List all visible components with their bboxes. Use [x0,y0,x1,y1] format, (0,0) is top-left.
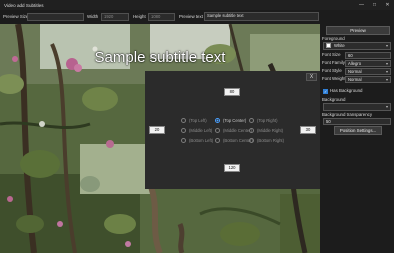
radio-middle-left[interactable]: (Middle Left) [181,126,212,134]
background-transparency-input[interactable]: 50 [323,118,391,125]
preview-size-label: Preview Size [3,14,29,19]
font-size-label: Font Size [322,52,341,57]
radio-circle [181,127,186,133]
minimize-icon[interactable]: — [355,0,368,10]
radio-top-left[interactable]: (Top Left) [181,116,207,124]
chevron-down-icon: ▾ [385,104,388,109]
preview-text-label: Preview text [179,14,203,19]
chevron-down-icon: ▾ [385,69,388,74]
radio-middle-center[interactable]: (Middle Center) [215,126,252,134]
radio-label: (Bottom Left) [189,137,214,143]
width-input[interactable]: 1920 [101,13,129,21]
window-controls: — □ ✕ [355,0,394,10]
radio-bottom-right[interactable]: (Bottom Right) [249,136,284,144]
font-family-value: Allegro [348,61,362,66]
chevron-down-icon: ▾ [385,77,388,82]
toolbar: Preview Size Width 1920 Height 1080 Prev… [0,10,394,24]
preview-text-input[interactable]: Sample subtitle text [204,12,319,21]
radio-middle-right[interactable]: (Middle Right) [249,126,283,134]
font-family-select[interactable]: Allegro ▾ [345,60,391,67]
chevron-down-icon: ▾ [385,61,388,66]
width-label: Width [87,14,99,19]
background-color-select[interactable]: ▾ [323,103,391,111]
foreground-color-name: White [334,43,345,48]
subtitle-preview-text: Sample subtitle text [94,49,226,66]
radio-label: (Middle Right) [257,127,284,133]
has-background-label: Has Background [330,88,363,93]
radio-label: (Middle Center) [223,127,252,133]
preview-button[interactable]: Preview [326,26,390,35]
radio-circle [249,117,254,123]
font-weight-label: Font Weight [322,76,346,81]
radio-label: (Top Center) [223,117,247,123]
font-weight-value: Normal [348,77,362,82]
radio-label: (Bottom Right) [257,137,284,143]
right-margin-input[interactable]: 30 [300,126,316,134]
radio-top-right[interactable]: (Top Right) [249,116,277,124]
window-title: Video add Subtitles [4,2,44,8]
preview-size-select[interactable] [27,13,84,21]
radio-bottom-center[interactable]: (Bottom Center) [215,136,253,144]
settings-sidebar: Preview Foreground White ▾ Font Size 60 … [320,24,394,253]
height-label: Height [133,14,146,19]
has-background-checkbox[interactable]: ✓ [323,89,328,94]
font-style-label: Font Style [322,68,342,73]
font-family-label: Font Family [322,60,345,65]
close-icon[interactable]: ✕ [381,0,394,10]
close-dialog-button[interactable]: X [306,73,317,81]
foreground-color-swatch [326,43,331,48]
radio-circle [215,127,220,133]
title-bar: Video add Subtitles — □ ✕ [0,0,394,10]
left-margin-input[interactable]: 20 [149,126,165,134]
chevron-down-icon: ▾ [385,43,388,48]
radio-circle [249,127,254,133]
radio-label: (Top Left) [189,117,207,123]
radio-circle [215,117,220,123]
font-style-value: Normal [348,69,362,74]
height-input[interactable]: 1080 [148,13,175,21]
foreground-color-select[interactable]: White ▾ [323,42,391,50]
radio-label: (Middle Left) [189,127,213,133]
font-size-input[interactable]: 60 [345,52,391,59]
radio-label: (Top Right) [257,117,278,123]
bottom-margin-input[interactable]: 120 [224,164,240,172]
radio-circle [181,117,186,123]
position-settings-button[interactable]: Position Settings... [334,126,382,135]
radio-circle [215,137,220,143]
radio-top-center[interactable]: (Top Center) [215,116,246,124]
radio-circle [249,137,254,143]
maximize-icon[interactable]: □ [368,0,381,10]
radio-circle [181,137,186,143]
font-style-select[interactable]: Normal ▾ [345,68,391,75]
font-weight-select[interactable]: Normal ▾ [345,76,391,83]
top-margin-input[interactable]: 80 [224,88,240,96]
radio-bottom-left[interactable]: (Bottom Left) [181,136,213,144]
